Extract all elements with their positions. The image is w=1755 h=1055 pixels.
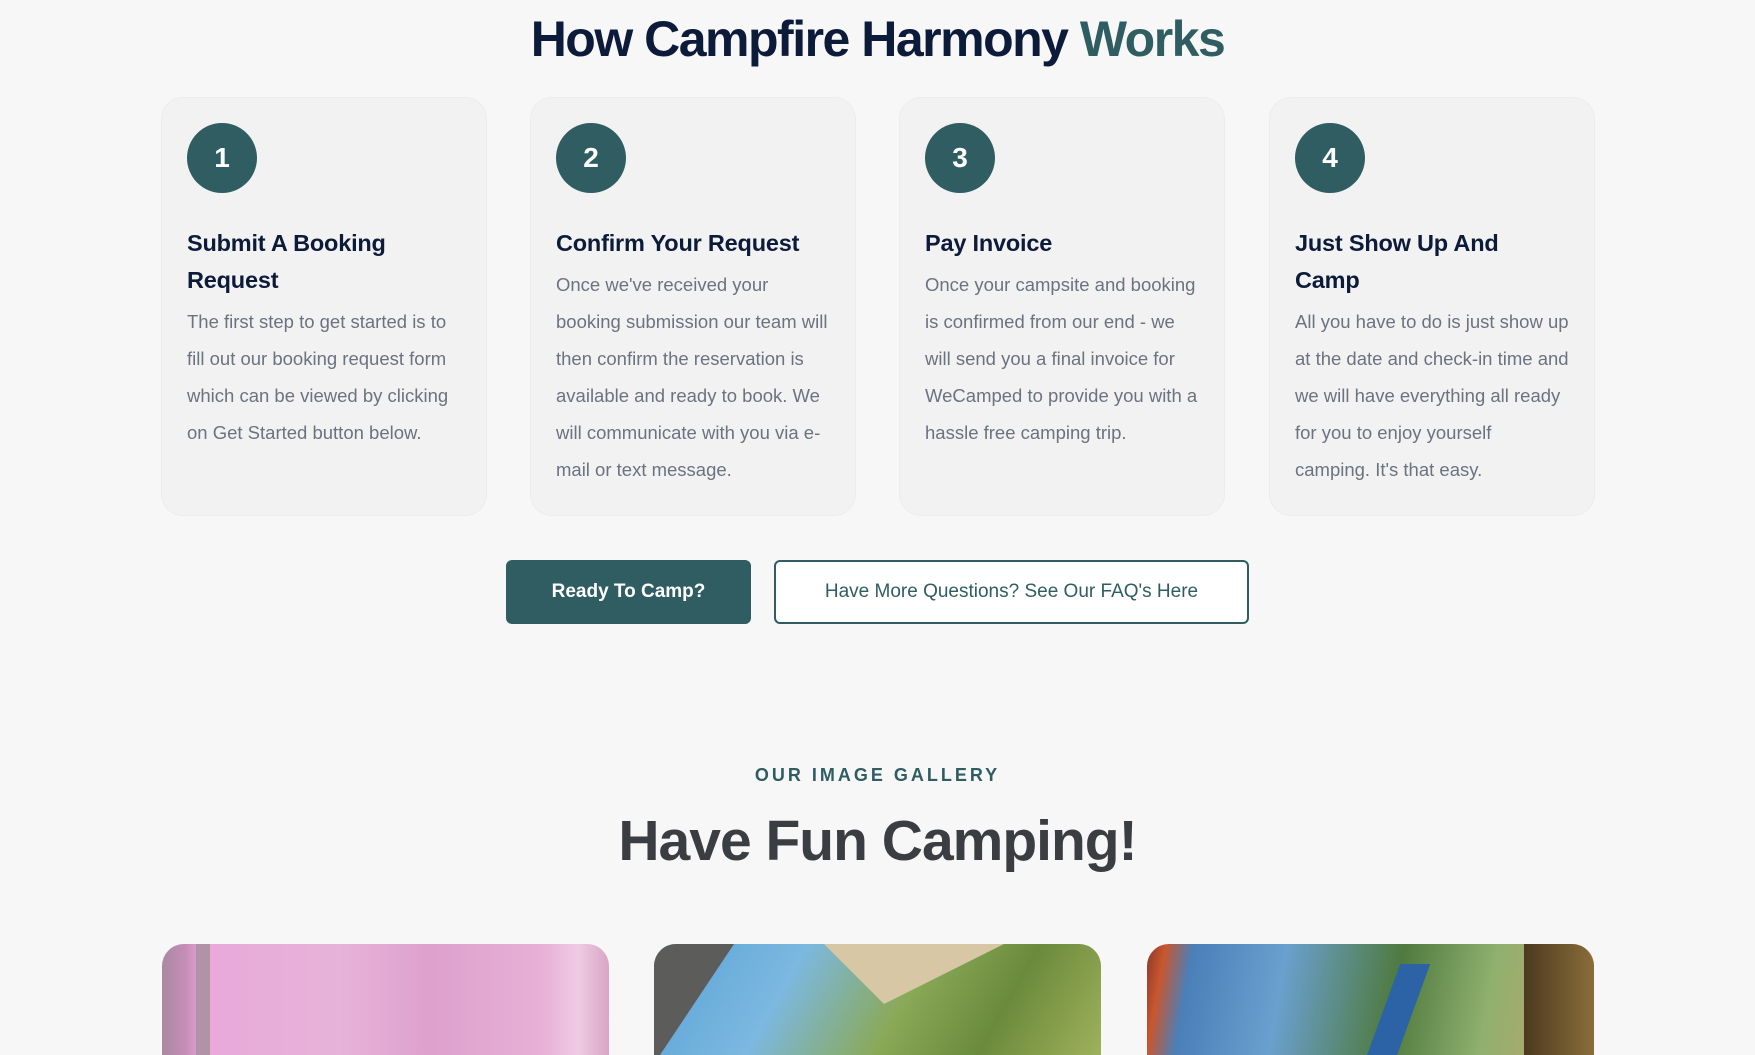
tent-canvas: [654, 944, 734, 1055]
step-title: Confirm Your Request: [556, 230, 800, 256]
step-card-4: 4 Just Show Up And Camp All you have to …: [1269, 97, 1595, 516]
title-accent: Works: [1079, 11, 1226, 67]
step-description: Once we've received your booking submiss…: [556, 274, 828, 480]
step-card-3: 3 Pay Invoice Once your campsite and boo…: [899, 97, 1225, 516]
step-card-2: 2 Confirm Your Request Once we've receiv…: [530, 97, 856, 516]
step-card-1: 1 Submit A Booking Request The first ste…: [161, 97, 487, 516]
step-number-badge: 1: [187, 123, 257, 193]
step-number-badge: 4: [1295, 123, 1365, 193]
gallery-photo-3[interactable]: [1147, 944, 1594, 1055]
gallery-eyebrow: OUR IMAGE GALLERY: [754, 765, 1001, 785]
how-it-works-title: How Campfire Harmony Works: [0, 10, 1755, 68]
step-title: Submit A Booking Request: [187, 230, 386, 293]
gallery-title: Have Fun Camping!: [618, 809, 1137, 873]
page: How Campfire Harmony Works 1 Submit A Bo…: [0, 0, 1755, 1055]
tent-pole: [196, 944, 210, 1055]
step-number-badge: 3: [925, 123, 995, 193]
faq-button[interactable]: Have More Questions? See Our FAQ's Here: [774, 560, 1249, 624]
step-number-badge: 2: [556, 123, 626, 193]
step-description: All you have to do is just show up at th…: [1295, 311, 1569, 480]
step-description: Once your campsite and booking is confir…: [925, 274, 1198, 443]
window-frame: [1524, 944, 1594, 1055]
gallery-photo-2[interactable]: [654, 944, 1101, 1055]
ready-to-camp-button[interactable]: Ready To Camp?: [506, 560, 751, 624]
step-description: The first step to get started is to fill…: [187, 311, 449, 443]
gallery-photo-1[interactable]: [162, 944, 609, 1055]
feather-flag: [1363, 964, 1431, 1055]
tent-canopy: [824, 944, 1004, 1004]
title-main: How Campfire Harmony: [530, 11, 1069, 67]
step-title: Pay Invoice: [925, 230, 1053, 256]
step-title: Just Show Up And Camp: [1295, 230, 1499, 293]
